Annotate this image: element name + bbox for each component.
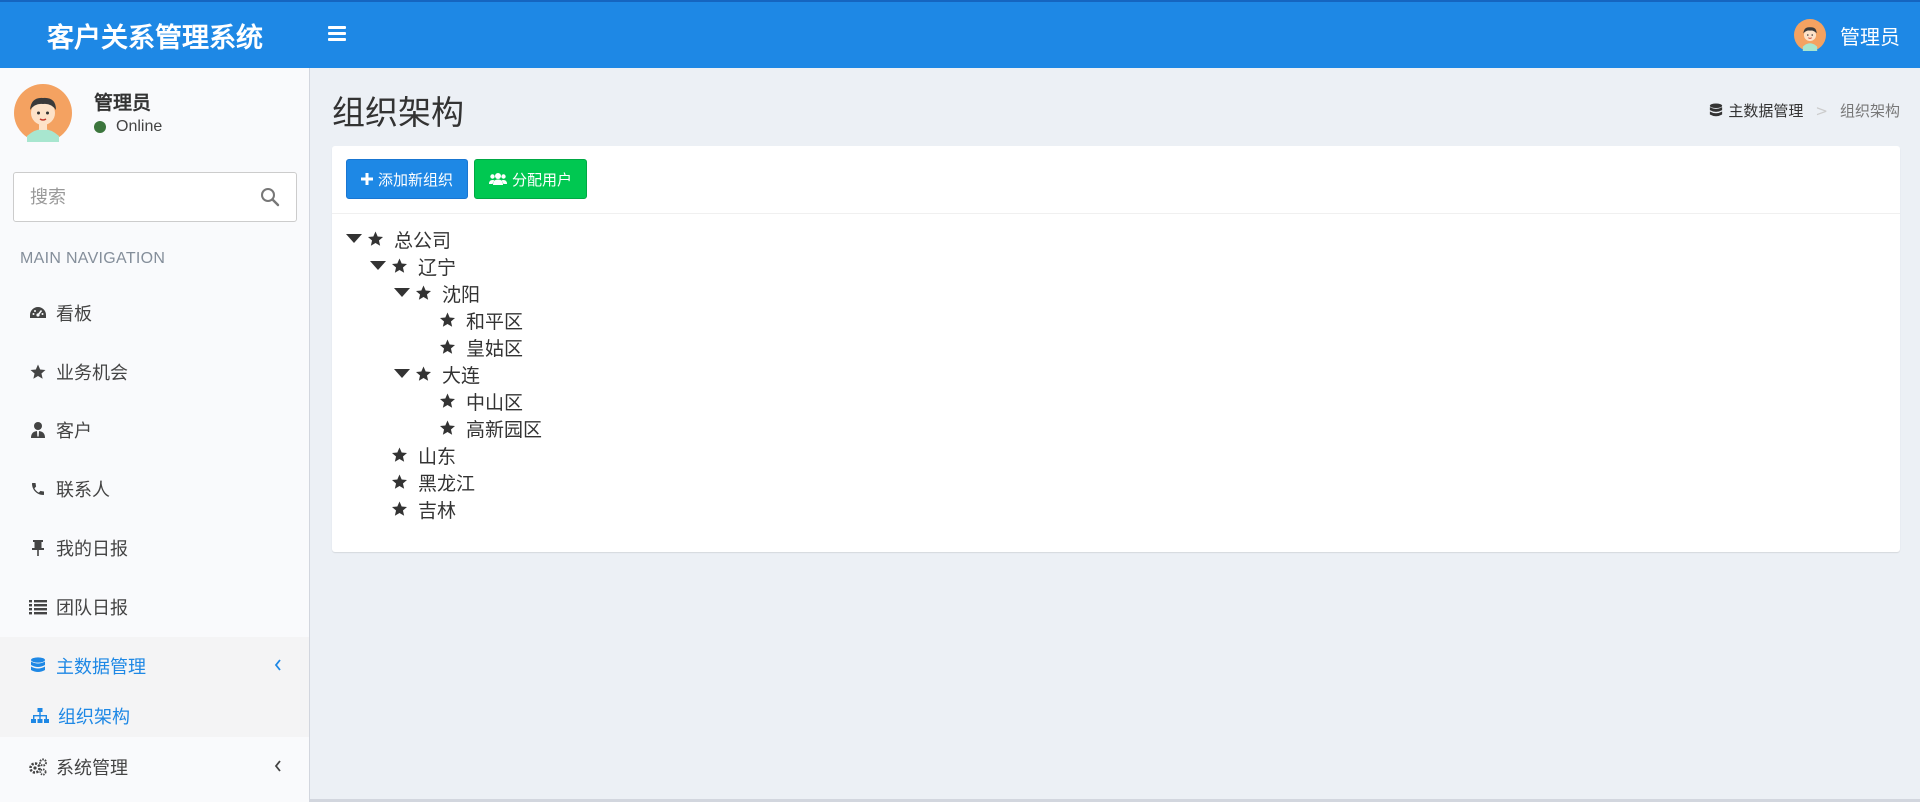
dashboard-icon (28, 303, 48, 323)
sidebar-item-opportunities[interactable]: 业务机会 (0, 343, 309, 401)
sidebar-search (13, 172, 297, 222)
panel-toolbar: 添加新组织 分配用户 (332, 146, 1900, 214)
user-name: 管理员 (94, 92, 152, 114)
tree-node[interactable]: 和平区 (438, 307, 523, 333)
sidebar-item-label: 我的日报 (56, 539, 128, 560)
star-icon (390, 472, 414, 492)
star-icon (438, 310, 462, 330)
chevron-left-icon (274, 760, 281, 772)
top-navbar: 客户关系管理系统 管理员 (0, 0, 1920, 68)
search-input[interactable] (14, 174, 254, 220)
top-user-menu[interactable]: 管理员 (1794, 2, 1900, 68)
sidebar-item-label: 系统管理 (56, 758, 128, 779)
page-title: 组织架构 (332, 93, 464, 132)
sidebar-item-team-daily-report[interactable]: 团队日报 (0, 578, 309, 636)
tree-node-label: 和平区 (466, 310, 524, 333)
nav-header: MAIN NAVIGATION (20, 250, 166, 267)
tree-node-label: 沈阳 (442, 283, 481, 306)
sidebar-item-org-structure[interactable]: 组织架构 (0, 695, 309, 737)
tree-node-label: 辽宁 (418, 256, 457, 279)
star-icon (390, 499, 414, 519)
sidebar-item-label: 客户 (56, 421, 92, 442)
caret-down-icon[interactable] (394, 367, 414, 381)
tree-node[interactable]: 沈阳 (394, 280, 480, 306)
chevron-left-icon (274, 659, 281, 671)
star-icon (438, 337, 462, 357)
sidebar-item-label: 业务机会 (56, 363, 128, 384)
sidebar-item-master-data[interactable]: 主数据管理 (0, 637, 309, 695)
sidebar-item-contacts[interactable]: 联系人 (0, 460, 309, 518)
sidebar: 管理员 Online MAIN NAVIGATION 看板 业务机会 客户 (0, 68, 310, 802)
button-label: 分配用户 (512, 170, 573, 189)
tree-node[interactable]: 皇姑区 (438, 334, 523, 360)
avatar (1794, 19, 1826, 51)
breadcrumb-master-data[interactable]: 主数据管理 (1709, 100, 1803, 121)
add-organization-button[interactable]: 添加新组织 (346, 159, 469, 199)
sidebar-item-system-management[interactable]: 系统管理 (0, 738, 309, 796)
database-icon (28, 656, 48, 676)
sidebar-item-my-daily-report[interactable]: 我的日报 (0, 519, 309, 577)
tree-node-label: 吉林 (418, 499, 457, 522)
sidebar-item-label: 联系人 (56, 480, 110, 501)
tree-node-label: 黑龙江 (418, 472, 476, 495)
sidebar-item-label: 团队日报 (56, 598, 128, 619)
breadcrumb: 主数据管理 > 组织架构 (1709, 100, 1900, 121)
database-icon (1710, 102, 1723, 116)
star-icon (414, 283, 438, 303)
tree-node-label: 总公司 (394, 229, 452, 252)
star-icon (28, 362, 48, 382)
pushpin-icon (28, 538, 48, 558)
tree-node[interactable]: 总公司 (346, 226, 451, 252)
plus-icon (361, 173, 373, 185)
breadcrumb-current: 组织架构 (1839, 102, 1900, 120)
breadcrumb-separator: > (1815, 101, 1828, 120)
tree-node-label: 高新园区 (466, 418, 543, 441)
caret-down-icon[interactable] (370, 259, 390, 273)
caret-down-icon[interactable] (394, 286, 414, 300)
tree-node[interactable]: 高新园区 (438, 415, 542, 441)
star-icon (390, 445, 414, 465)
star-icon (438, 418, 462, 438)
star-icon (390, 256, 414, 276)
tree-node[interactable]: 山东 (390, 442, 456, 468)
avatar (14, 84, 72, 142)
app-logo[interactable]: 客户关系管理系统 (0, 2, 310, 68)
star-icon (414, 364, 438, 384)
sidebar-item-label: 主数据管理 (56, 657, 146, 678)
sitemap-icon (30, 706, 50, 726)
user-status[interactable]: Online (94, 118, 162, 136)
sidebar-item-label: 组织架构 (58, 707, 130, 728)
search-icon[interactable] (260, 187, 280, 207)
tree-node-label: 中山区 (466, 391, 524, 414)
phone-icon (28, 479, 48, 499)
sidebar-item-label: 看板 (56, 304, 92, 325)
top-user-name: 管理员 (1840, 24, 1900, 49)
sidebar-item-customers[interactable]: 客户 (0, 401, 309, 459)
button-label: 添加新组织 (378, 170, 454, 189)
breadcrumb-label: 主数据管理 (1728, 102, 1804, 120)
user-tie-icon (28, 420, 48, 440)
status-text: Online (116, 118, 163, 135)
tree-node-label: 山东 (418, 445, 457, 468)
tree-node[interactable]: 大连 (394, 361, 480, 387)
tree-node[interactable]: 辽宁 (370, 253, 456, 279)
cogs-icon (28, 757, 48, 777)
tree-node[interactable]: 吉林 (390, 496, 456, 522)
star-icon (366, 229, 390, 249)
tree-node[interactable]: 黑龙江 (390, 469, 475, 495)
caret-down-icon[interactable] (346, 232, 366, 246)
tree-node[interactable]: 中山区 (438, 388, 523, 414)
sidebar-item-dashboard[interactable]: 看板 (0, 284, 309, 342)
users-icon (489, 172, 508, 186)
tree-node-label: 大连 (442, 364, 481, 387)
star-icon (438, 391, 462, 411)
tree-node-label: 皇姑区 (466, 337, 524, 360)
hamburger-icon[interactable] (328, 26, 346, 42)
online-status-icon (94, 121, 106, 133)
list-icon (28, 597, 48, 617)
org-tree-panel: 添加新组织 分配用户 总公司 辽宁 沈阳 和平区 皇姑区 大连 中山区 高新园区… (332, 146, 1900, 552)
assign-users-button[interactable]: 分配用户 (474, 159, 588, 199)
